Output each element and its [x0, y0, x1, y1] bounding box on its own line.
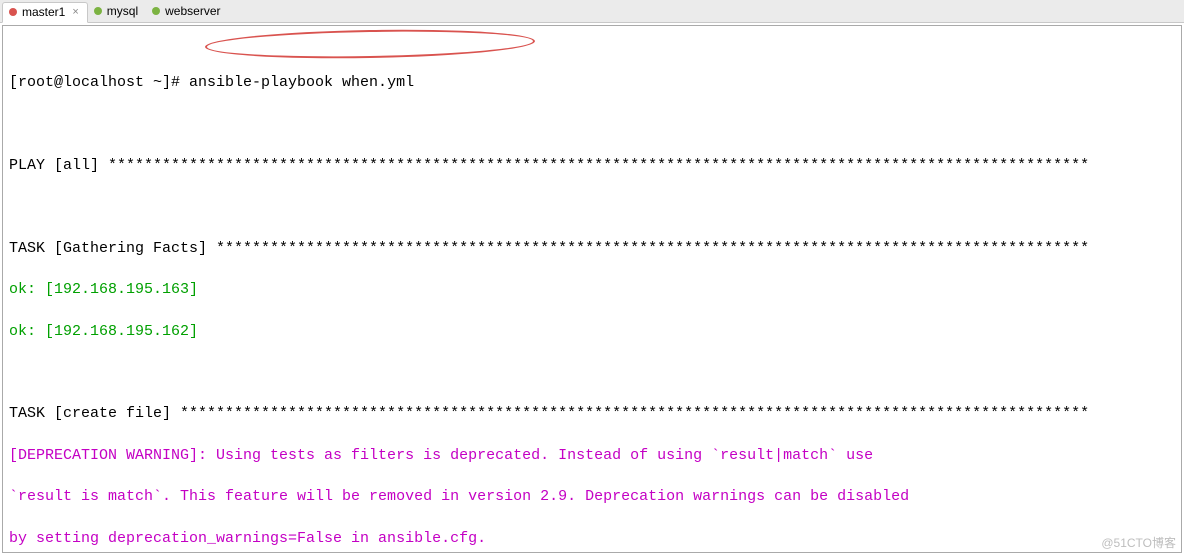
task-header: TASK [create file] *********************…	[9, 404, 1175, 425]
tab-mysql[interactable]: mysql	[88, 1, 146, 22]
task-header: TASK [Gathering Facts] *****************…	[9, 239, 1175, 260]
tab-webserver[interactable]: webserver	[146, 1, 228, 22]
terminal-output[interactable]: [root@localhost ~]# ansible-playbook whe…	[2, 25, 1182, 553]
shell-prompt: [root@localhost ~]#	[9, 74, 189, 91]
command-text: ansible-playbook when.yml	[189, 74, 414, 91]
tab-master1[interactable]: master1 ×	[2, 2, 88, 23]
deprecation-line: [DEPRECATION WARNING]: Using tests as fi…	[9, 446, 1175, 467]
play-header: PLAY [all] *****************************…	[9, 156, 1175, 177]
deprecation-line: `result is match`. This feature will be …	[9, 487, 1175, 508]
status-dot-icon	[9, 8, 17, 16]
ok-line: ok: [192.168.195.163]	[9, 280, 1175, 301]
status-dot-icon	[94, 7, 102, 15]
watermark-text: @51CTO博客	[1101, 534, 1176, 551]
tab-label: master1	[22, 5, 65, 19]
tab-bar: master1 × mysql webserver	[0, 0, 1184, 23]
ok-line: ok: [192.168.195.162]	[9, 322, 1175, 343]
deprecation-line: by setting deprecation_warnings=False in…	[9, 529, 1175, 550]
red-circle-annotation	[205, 27, 535, 61]
close-icon[interactable]: ×	[72, 6, 78, 18]
status-dot-icon	[152, 7, 160, 15]
tab-label: webserver	[165, 4, 220, 18]
tab-label: mysql	[107, 4, 138, 18]
